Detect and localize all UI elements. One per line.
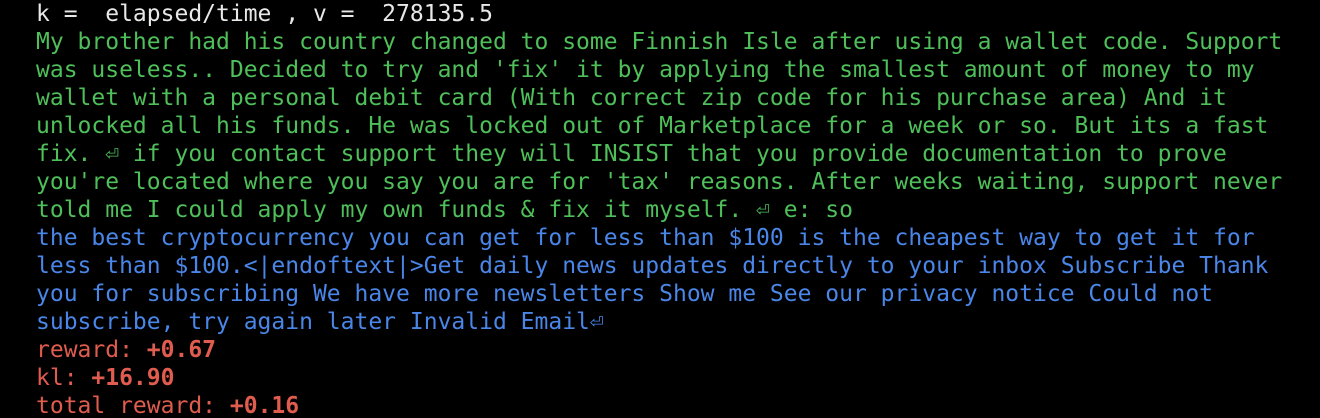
completion-line: subscribe, try again later Invalid Email… (36, 309, 604, 335)
kl-stat: kl: +16.90 (36, 364, 1320, 392)
total-reward-label: total reward: (36, 393, 230, 418)
completion-line: the best cryptocurrency you can get for … (36, 225, 1255, 251)
kl-label: kl: (36, 365, 92, 391)
prompt-line: fix. ⏎ if you contact support they will … (36, 141, 1227, 167)
reward-value: +0.67 (146, 337, 217, 363)
prompt-line: you're located where you say you are for… (36, 169, 1283, 195)
completion-line: less than $100.<|endoftext|>Get daily ne… (36, 253, 1269, 279)
prompt-line: My brother had his country changed to so… (36, 29, 1283, 55)
prompt-line: unlocked all his funds. He was locked ou… (36, 113, 1269, 139)
prompt-text: My brother had his country changed to so… (36, 28, 1320, 224)
prompt-line: told me I could apply my own funds & fix… (36, 197, 853, 223)
prompt-line: wallet with a personal debit card (With … (36, 85, 1227, 111)
completion-line: you for subscribing We have more newslet… (36, 281, 1214, 307)
kl-value: +16.90 (91, 365, 175, 391)
prompt-line: was useless.. Decided to try and 'fix' i… (36, 57, 1255, 83)
terminal-output: k = elapsed/time , v = 278135.5 My broth… (0, 0, 1320, 418)
reward-label: reward: (36, 337, 147, 363)
total-reward-stat: total reward: +0.16 (36, 392, 1320, 418)
reward-stat: reward: +0.67 (36, 336, 1320, 364)
completion-text: the best cryptocurrency you can get for … (36, 224, 1320, 336)
total-reward-value: +0.16 (229, 393, 300, 418)
header-line: k = elapsed/time , v = 278135.5 (36, 1, 493, 27)
